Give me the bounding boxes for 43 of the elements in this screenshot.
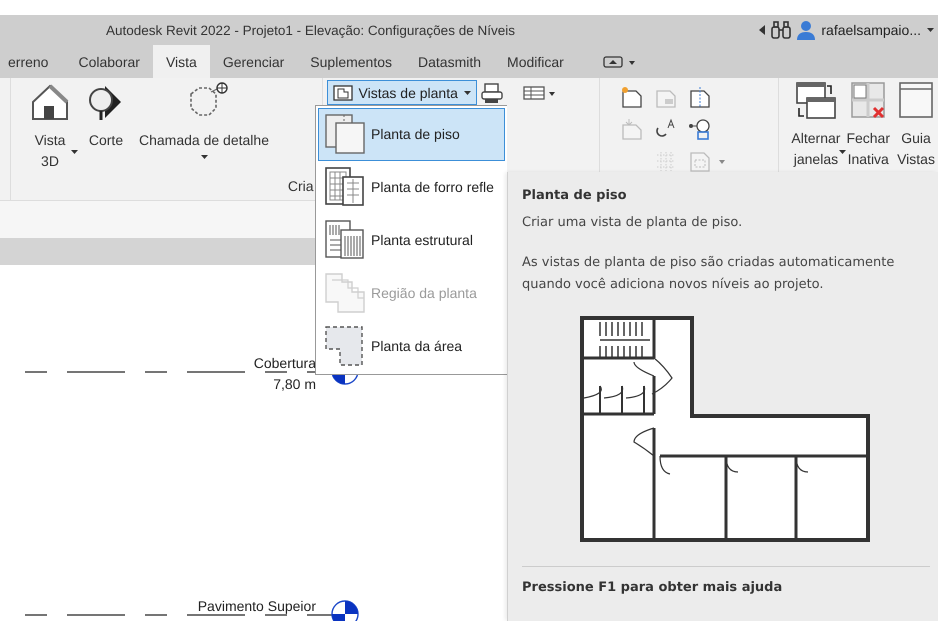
caret-icon (464, 90, 471, 94)
level-head-icon[interactable] (330, 599, 360, 621)
ribbon-tab[interactable]: Vista (152, 45, 210, 78)
tooltip-title: Planta de piso (522, 188, 628, 203)
panel-label: Cria (288, 178, 314, 194)
numbered-tag-icon[interactable] (688, 118, 712, 140)
caret-icon[interactable] (927, 28, 934, 32)
binoculars-icon[interactable] (771, 21, 792, 39)
ribbon-tab[interactable]: Datasmith (405, 45, 494, 78)
tooltip-text: As vistas de planta de piso são criadas automaticamente quando você adiciona novos níveis ao projeto. (522, 254, 896, 294)
ribbon-tab[interactable]: Modificar (494, 45, 577, 78)
caret-icon[interactable] (71, 150, 78, 154)
plan-views-button[interactable]: Vistas de planta (326, 80, 477, 105)
help-hint: Pressione F1 para obter mais ajuda (522, 580, 784, 595)
ribbon-tab[interactable]: Suplementos (297, 45, 406, 78)
table-icon[interactable] (522, 86, 555, 100)
plan-region-icon (323, 270, 367, 315)
tooltip-text: Criar uma vista de planta de piso. (522, 215, 744, 230)
caret-icon[interactable] (200, 155, 208, 159)
caret-icon[interactable] (839, 150, 846, 154)
floor-plan-icon (323, 112, 367, 156)
menu-item[interactable]: Planta da área (318, 319, 505, 372)
callout-button[interactable]: Chamada de detalhe (137, 78, 271, 176)
menu-item[interactable]: Planta de forro refle (318, 160, 505, 214)
ribbon-tab[interactable]: erreno (0, 45, 62, 78)
level-name: Cobertura (254, 355, 316, 371)
section-button[interactable]: Corte (81, 78, 131, 176)
menu-item[interactable]: Planta estrutural (318, 214, 505, 266)
tab-views-button[interactable]: Guia Vistas (894, 78, 938, 200)
view-3d-button[interactable]: Vista 3D (25, 78, 75, 176)
split-sheet-icon[interactable] (688, 86, 712, 108)
ribbon-tab[interactable]: Colaborar (65, 45, 153, 78)
ribbon-tab[interactable]: Gerenciar (210, 45, 298, 78)
new-sheet-icon[interactable] (620, 86, 644, 108)
level-elevation: 7,80 m (273, 375, 316, 393)
user-name[interactable]: rafaelsampaio... (821, 22, 921, 38)
left-arrow-icon[interactable] (759, 25, 766, 35)
menu-item[interactable]: Planta de piso (318, 108, 505, 161)
level-name: Pavimento Supeior (198, 598, 316, 614)
user-icon[interactable] (797, 20, 816, 40)
window-title: Autodesk Revit 2022 - Projeto1 - Elevação: Configurações de Níveis (106, 22, 515, 38)
printer-icon[interactable] (480, 82, 503, 104)
plan-views-icon (332, 84, 353, 100)
